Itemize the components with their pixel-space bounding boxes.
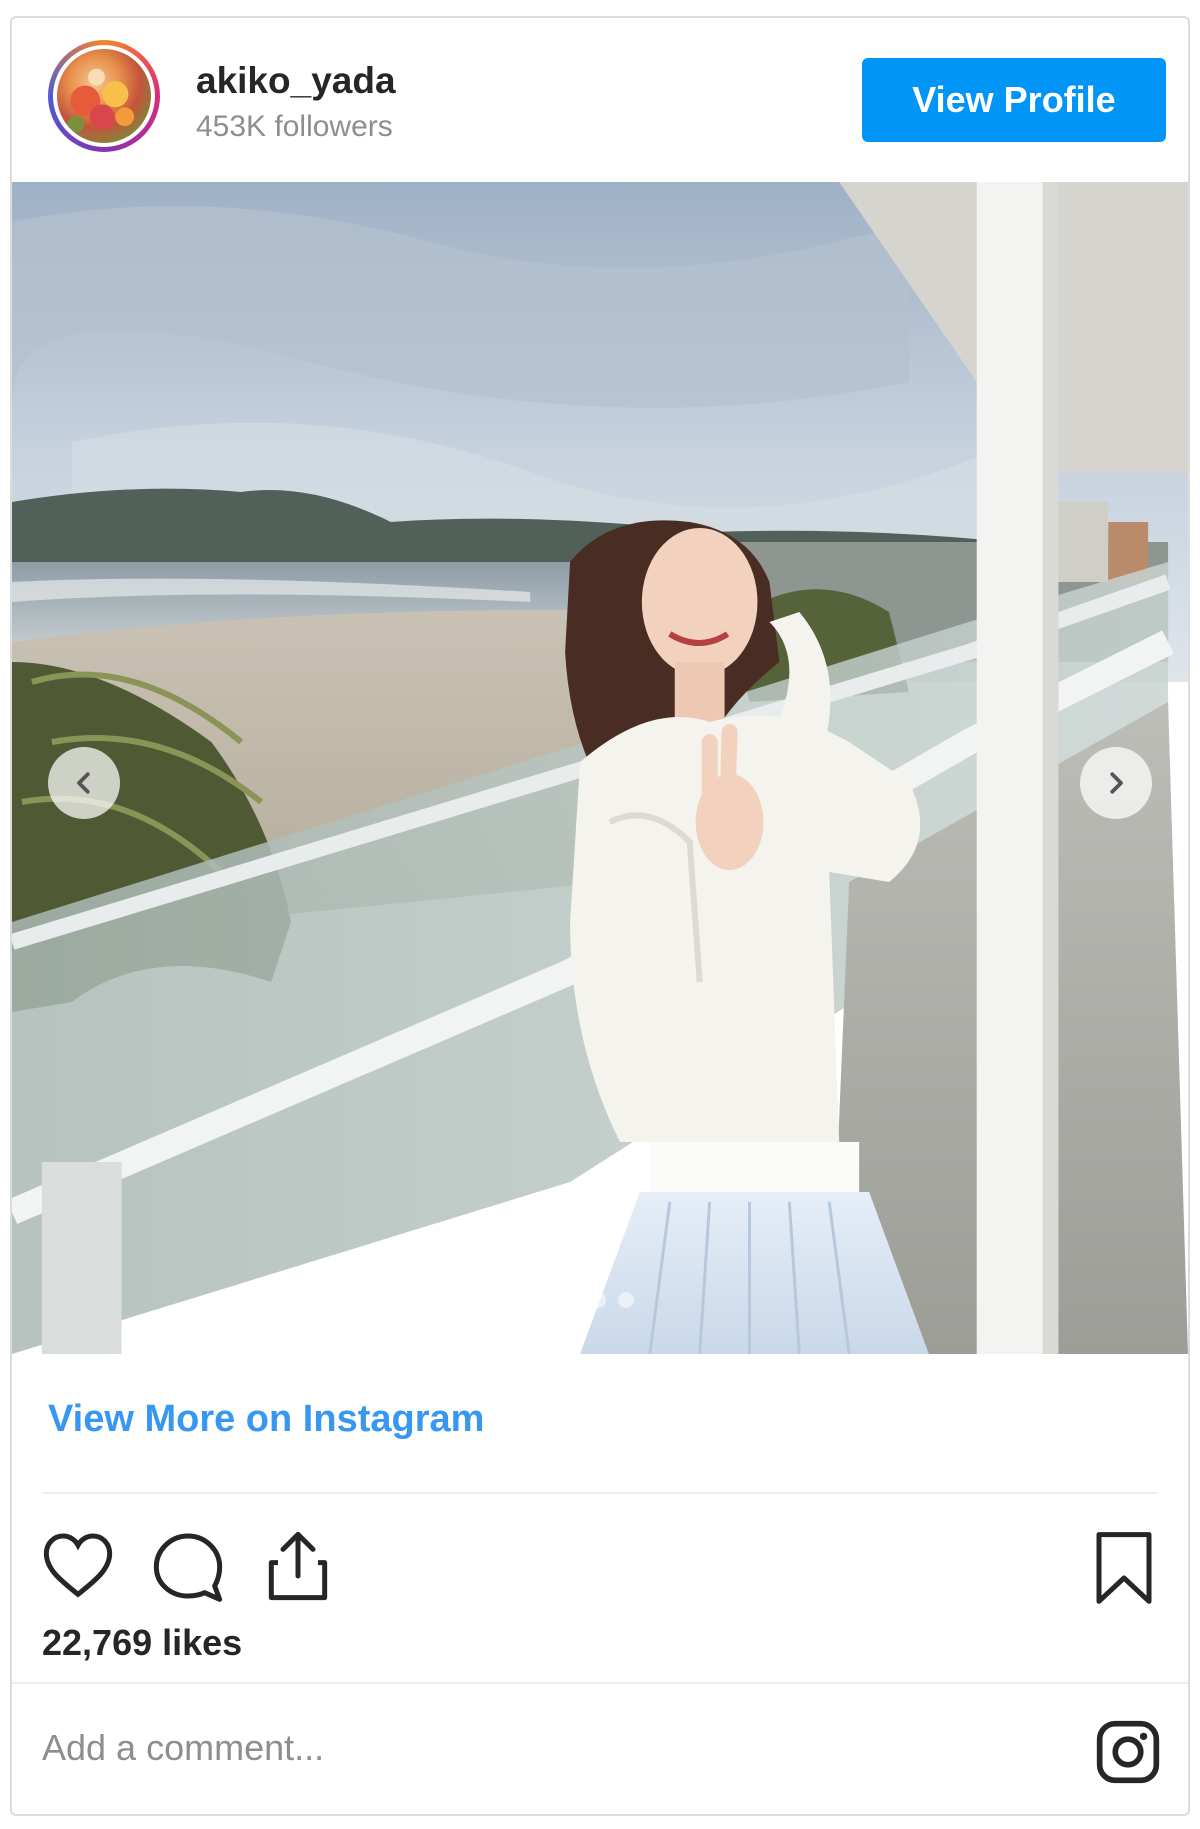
carousel-dot <box>534 1292 550 1308</box>
instagram-logo-button[interactable] <box>1094 1718 1162 1786</box>
avatar[interactable] <box>48 40 160 152</box>
carousel-dot <box>562 1292 578 1308</box>
view-profile-button[interactable]: View Profile <box>862 58 1166 142</box>
share-button[interactable] <box>258 1526 338 1606</box>
avatar-image <box>57 49 151 143</box>
post-header: akiko_yada 453K followers View Profile <box>12 18 1188 182</box>
carousel-dot <box>506 1292 522 1308</box>
bookmark-icon <box>1096 1532 1152 1604</box>
share-icon <box>268 1531 328 1601</box>
follower-count: 453K followers <box>196 110 393 143</box>
view-more-link[interactable]: View More on Instagram <box>48 1398 484 1441</box>
chevron-left-icon <box>77 772 90 794</box>
like-count: 22,769 likes <box>42 1622 243 1663</box>
chevron-right-icon <box>1110 772 1123 794</box>
comment-bubble-icon <box>153 1533 223 1602</box>
instagram-embed-card: akiko_yada 453K followers View Profile V… <box>10 16 1190 1816</box>
username[interactable]: akiko_yada <box>196 60 396 102</box>
comment-input[interactable] <box>42 1708 942 1788</box>
carousel-dot <box>618 1292 634 1308</box>
post-photo[interactable] <box>12 182 1188 1354</box>
like-button[interactable] <box>38 1526 118 1606</box>
carousel-next-button[interactable] <box>1080 747 1152 819</box>
comment-button[interactable] <box>148 1526 228 1606</box>
carousel-prev-button[interactable] <box>48 747 120 819</box>
photo-scene <box>12 182 1188 1354</box>
heart-icon <box>43 1533 113 1598</box>
instagram-logo-icon <box>1096 1720 1160 1784</box>
save-button[interactable] <box>1088 1528 1160 1608</box>
divider <box>12 1682 1188 1684</box>
carousel-indicator <box>12 1292 1188 1308</box>
carousel-dot <box>590 1292 606 1308</box>
divider <box>42 1492 1158 1494</box>
action-bar <box>12 1508 1188 1618</box>
